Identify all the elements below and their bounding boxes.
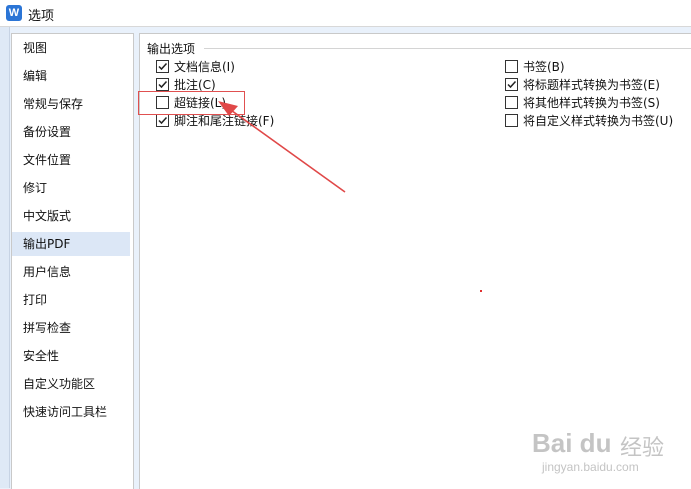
checkbox-bookmarks[interactable] <box>505 60 518 73</box>
wps-writer-icon: W <box>6 5 22 21</box>
group-divider <box>204 48 691 49</box>
sidebar-item-user-info[interactable]: 用户信息 <box>12 260 130 284</box>
checkbox-footnote-links[interactable] <box>156 114 169 127</box>
sidebar-item-export-pdf[interactable]: 输出PDF <box>12 232 130 256</box>
checkmark-icon <box>158 80 168 89</box>
checkmark-icon <box>507 80 517 89</box>
stray-red-dot <box>480 290 482 292</box>
sidebar-item-chinese-layout[interactable]: 中文版式 <box>12 204 130 228</box>
checkbox-heading-styles[interactable] <box>505 78 518 91</box>
sidebar-item-backup[interactable]: 备份设置 <box>12 120 130 144</box>
option-label: 书签(B) <box>523 60 565 74</box>
watermark-url: jingyan.baidu.com <box>542 460 639 474</box>
option-label: 将其他样式转换为书签(S) <box>523 96 660 110</box>
annotation-highlight-box <box>138 91 245 115</box>
left-edge-strip <box>0 27 10 488</box>
watermark-cn-text: 经验 <box>620 436 665 461</box>
options-sidebar: 视图 编辑 常规与保存 备份设置 文件位置 修订 中文版式 输出PDF 用户信息… <box>11 33 134 489</box>
checkmark-icon <box>158 62 168 71</box>
sidebar-item-revisions[interactable]: 修订 <box>12 176 130 200</box>
checkbox-custom-styles[interactable] <box>505 114 518 127</box>
sidebar-item-spell-check[interactable]: 拼写检查 <box>12 316 130 340</box>
sidebar-item-view[interactable]: 视图 <box>12 36 130 60</box>
sidebar-item-general-save[interactable]: 常规与保存 <box>12 92 130 116</box>
sidebar-item-edit[interactable]: 编辑 <box>12 64 130 88</box>
checkbox-document-info[interactable] <box>156 60 169 73</box>
checkbox-comments[interactable] <box>156 78 169 91</box>
baidu-jingyan-watermark: Bai du 经验 jingyan.baidu.com <box>532 428 672 484</box>
window-title: 选项 <box>28 9 55 24</box>
checkbox-other-styles[interactable] <box>505 96 518 109</box>
option-label: 将标题样式转换为书签(E) <box>523 78 660 92</box>
sidebar-item-quick-access-toolbar[interactable]: 快速访问工具栏 <box>12 400 130 424</box>
option-label: 将自定义样式转换为书签(U) <box>523 114 674 128</box>
sidebar-item-file-locations[interactable]: 文件位置 <box>12 148 130 172</box>
title-bar: W 选项 <box>0 0 691 27</box>
checkmark-icon <box>158 116 168 125</box>
output-options-title: 输出选项 <box>147 40 200 57</box>
sidebar-item-security[interactable]: 安全性 <box>12 344 130 368</box>
watermark-logo: Bai du <box>532 428 612 458</box>
option-label: 文档信息(I) <box>174 60 235 74</box>
sidebar-item-customize-ribbon[interactable]: 自定义功能区 <box>12 372 130 396</box>
sidebar-item-print[interactable]: 打印 <box>12 288 130 312</box>
option-label: 脚注和尾注链接(F) <box>174 114 275 128</box>
